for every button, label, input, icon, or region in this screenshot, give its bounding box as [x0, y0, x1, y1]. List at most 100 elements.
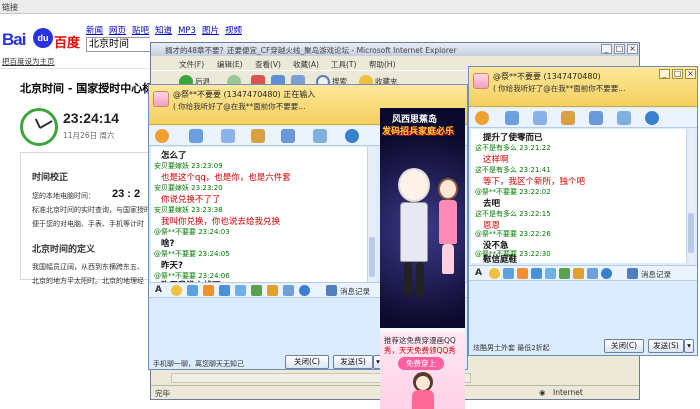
avatar[interactable] — [473, 73, 489, 89]
close-button[interactable]: 关闭(C) — [604, 339, 644, 353]
nav-news[interactable]: 新闻 — [86, 26, 103, 36]
share-icon[interactable] — [645, 111, 659, 125]
baidu-search-input[interactable]: 北京时间 — [86, 37, 150, 52]
file-transfer-icon[interactable] — [533, 111, 547, 125]
nav-mp3[interactable]: MP3 — [178, 26, 196, 36]
maximize-icon[interactable]: □ — [614, 44, 625, 54]
camera-icon[interactable] — [283, 285, 294, 296]
video-icon[interactable] — [251, 129, 265, 143]
share-icon[interactable] — [345, 129, 359, 143]
music-icon[interactable] — [545, 268, 556, 279]
send-button[interactable]: 发送(S) — [333, 355, 373, 369]
message-text: 啥? — [161, 239, 175, 249]
footer-note[interactable]: 炫酷男士外套 最低2折起 — [473, 343, 550, 353]
menu-file[interactable]: 文件(F) — [179, 59, 204, 70]
chat-header[interactable]: @祭**不要要 (1347470480) ( 你给我听好了@在我**面前你不要要… — [469, 67, 697, 107]
maximize-icon[interactable]: □ — [672, 69, 683, 79]
avatar[interactable] — [153, 91, 169, 107]
section-definition: 北京时间的定义 — [32, 245, 96, 255]
history-label[interactable]: 消息记录 — [641, 269, 671, 280]
status-text: 完毕 — [155, 389, 170, 398]
message-scrollbar[interactable] — [367, 147, 376, 287]
ie-titlebar[interactable]: 搁才的48章不要？还要便宜_CF穿越火线_聚岛游戏论坛 - Microsoft … — [151, 43, 639, 56]
close-button[interactable]: 关闭(C) — [285, 355, 329, 369]
footer-note[interactable]: 手机聊一聊，离您聊天无知己 — [153, 359, 244, 369]
ad-text: 秀，天天免费领QQ秀 — [384, 346, 456, 355]
magic-icon[interactable] — [203, 285, 214, 296]
message-text: 慰信庭鞋 — [483, 255, 518, 263]
video-icon[interactable] — [561, 111, 575, 125]
qq-penguin-icon[interactable] — [475, 111, 489, 125]
nav-web[interactable]: 网页 — [109, 26, 126, 36]
emoji-icon[interactable] — [489, 268, 500, 279]
image-icon[interactable] — [559, 268, 570, 279]
menu-edit[interactable]: 编辑(E) — [217, 59, 243, 70]
screen-icon[interactable] — [589, 111, 603, 125]
pen-icon[interactable] — [505, 111, 519, 125]
message-text: 提升了使零而已 — [483, 133, 543, 143]
chat-user-name: @祭**不要要 (1347470480) — [493, 72, 601, 81]
history-icon[interactable] — [326, 285, 337, 296]
menu-tools[interactable]: 工具(T) — [331, 59, 356, 70]
more-icon[interactable] — [601, 268, 612, 279]
paw-icon: du — [33, 28, 53, 48]
qq-penguin-icon[interactable] — [155, 129, 169, 143]
menu-favorites[interactable]: 收藏(A) — [293, 59, 319, 70]
nav-images[interactable]: 图片 — [202, 26, 219, 36]
screenshot-icon[interactable] — [267, 285, 278, 296]
send-button[interactable]: 发送(S) — [648, 339, 684, 353]
bubble-icon[interactable] — [187, 285, 198, 296]
nav-tieba[interactable]: 贴吧 — [132, 26, 149, 36]
game-banner[interactable]: 风西思蕉岛 发码招兵家庭必乐 — [380, 108, 465, 328]
menu-help[interactable]: 帮助(H) — [369, 59, 396, 70]
message-scrollbar[interactable] — [686, 129, 695, 263]
ad-character-image — [404, 372, 442, 409]
pen-icon[interactable] — [189, 129, 203, 143]
history-icon[interactable] — [627, 268, 638, 279]
font-icon[interactable]: A — [475, 268, 486, 279]
send-options-chevron-icon[interactable]: ▾ — [684, 339, 694, 353]
clock-date: 11月26日 周六 — [63, 131, 115, 140]
message-meta: 这不是有多么 23:21:41 — [475, 166, 551, 174]
message-meta: @祭**不要要 23:22:02 — [475, 188, 551, 196]
message-meta: 这不是有多么 23:21:22 — [475, 144, 551, 152]
game-slogan: 发码招兵家庭必乐 — [382, 127, 455, 137]
settings-icon[interactable] — [617, 111, 631, 125]
screen-icon[interactable] — [281, 129, 295, 143]
nav-zhidao[interactable]: 知道 — [155, 26, 172, 36]
emoji-icon[interactable] — [171, 285, 182, 296]
character-image — [436, 178, 460, 278]
history-label[interactable]: 消息记录 — [340, 286, 370, 297]
local-time-label: 您的本地电脑时间： — [32, 192, 95, 200]
bubble-icon[interactable] — [503, 268, 514, 279]
ad-button[interactable]: 免费穿上 — [398, 357, 444, 370]
nav-video[interactable]: 视频 — [225, 26, 242, 36]
more-icon[interactable] — [299, 285, 310, 296]
chat-signature: ( 你给我听好了@在我**面前你不要要... — [173, 102, 306, 111]
screenshot-icon[interactable] — [573, 268, 584, 279]
status-zone: Internet — [553, 388, 583, 397]
minimize-icon[interactable]: _ — [659, 69, 670, 79]
settings-icon[interactable] — [313, 129, 327, 143]
divider — [0, 68, 150, 69]
minimize-icon[interactable]: _ — [601, 44, 612, 54]
gift-icon[interactable] — [531, 268, 542, 279]
close-icon[interactable]: × — [627, 44, 638, 54]
magic-icon[interactable] — [517, 268, 528, 279]
font-icon[interactable]: A — [155, 285, 166, 296]
baidu-nav: 新闻 网页 贴吧 知道 MP3 图片 视频 — [86, 24, 248, 36]
message-text: 等下，我区个新所，独个吧 — [483, 177, 586, 187]
menu-view[interactable]: 查看(V) — [255, 59, 281, 70]
close-icon[interactable]: × — [685, 69, 696, 79]
baidu-logo[interactable]: Bai du 百度 — [2, 26, 82, 52]
gift-icon[interactable] — [219, 285, 230, 296]
globe-icon: ◉ — [539, 388, 546, 397]
qq-show-ad[interactable]: 推荐这免费穿漫画QQ 秀，天天免费领QQ秀 免费穿上 — [380, 332, 465, 409]
file-transfer-icon[interactable] — [221, 129, 235, 143]
set-home-link[interactable]: 把百度设为主页 — [2, 56, 55, 67]
chat-side-panel: 风西思蕉岛 发码招兵家庭必乐 推荐这免费穿漫画QQ 秀，天天免费领QQ秀 免费穿… — [380, 108, 465, 409]
camera-icon[interactable] — [587, 268, 598, 279]
music-icon[interactable] — [235, 285, 246, 296]
image-icon[interactable] — [251, 285, 262, 296]
message-text: 你说兑换不了了 — [161, 195, 221, 205]
